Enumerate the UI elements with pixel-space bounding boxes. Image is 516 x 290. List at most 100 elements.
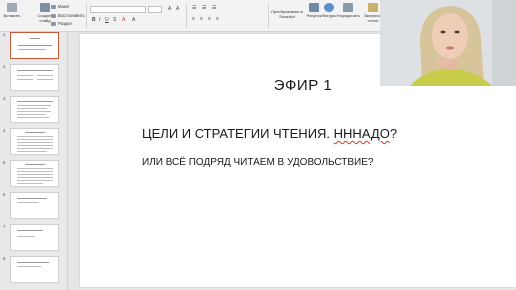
thumbnail-text-line xyxy=(37,79,53,80)
thumbnail-text-line xyxy=(17,79,33,80)
section-button[interactable]: Раздел xyxy=(51,21,72,26)
layout-icon xyxy=(51,4,56,9)
thumbnail-text-line xyxy=(17,180,53,181)
new-slide-icon xyxy=(40,3,50,12)
thumbnail-card[interactable] xyxy=(10,128,59,155)
grow-font-icon[interactable]: A xyxy=(168,6,171,12)
thumbnail-text-line xyxy=(18,45,52,46)
thumbnail-text-line xyxy=(17,105,51,106)
webcam-overlay xyxy=(380,0,516,86)
thumbnail-text-line xyxy=(17,117,49,118)
thumbnail-text-line xyxy=(25,132,45,133)
thumbnail-text-line xyxy=(17,111,51,112)
bullets-icon[interactable]: ☰ xyxy=(192,5,196,11)
thumbnail-text-line xyxy=(17,266,41,267)
thumbnail-number: 5 xyxy=(3,160,6,165)
thumbnail-number: 3 xyxy=(3,96,6,101)
slide-thumbnail[interactable]: 2 xyxy=(0,64,68,94)
thumbnail-text-line xyxy=(17,145,53,146)
slide-heading[interactable]: ЭФИР 1 xyxy=(258,77,348,94)
slide-subtitle[interactable]: ИЛИ ВСЁ ПОДРЯД ЧИТАЕМ В УДОВОЛЬСТВИЕ? xyxy=(142,157,462,168)
strikethrough-icon[interactable]: S xyxy=(113,17,116,23)
thumbnail-text-line xyxy=(30,38,40,39)
thumbnail-text-line xyxy=(17,174,53,175)
arrange-label: Упорядочить xyxy=(336,13,360,18)
slide-thumbnail[interactable]: 3 xyxy=(0,96,68,126)
bold-icon[interactable]: B xyxy=(92,17,96,23)
thumbnail-text-line xyxy=(17,136,53,137)
thumbnail-number: 6 xyxy=(3,192,6,197)
title-end: ? xyxy=(389,126,398,141)
ribbon-divider xyxy=(268,4,269,28)
ribbon-divider xyxy=(186,4,187,28)
thumbnail-card[interactable] xyxy=(10,160,59,187)
thumbnail-number: 1 xyxy=(3,32,6,37)
layout-button[interactable]: Макет xyxy=(51,4,70,9)
indent-icon[interactable]: ☰ xyxy=(212,5,216,11)
slide-thumbnail[interactable]: 8 xyxy=(0,256,68,286)
thumbnail-card[interactable] xyxy=(10,192,59,219)
thumbnail-number: 2 xyxy=(3,64,6,69)
slide-thumbnail[interactable]: 7 xyxy=(0,224,68,254)
reset-button[interactable]: Восстановить xyxy=(51,13,85,18)
thumbnail-text-line xyxy=(17,108,47,109)
thumbnail-text-line xyxy=(17,142,53,143)
reset-icon xyxy=(51,13,56,18)
thumbnail-card[interactable] xyxy=(10,96,59,123)
shrink-font-icon[interactable]: A xyxy=(176,6,179,12)
pictures-label: Рисунок xyxy=(306,13,322,18)
presenter-video xyxy=(380,0,516,86)
slide-thumbnail[interactable]: 5 xyxy=(0,160,68,190)
thumbnail-text-line xyxy=(17,151,47,152)
align-center-icon[interactable]: ≡ xyxy=(200,16,203,22)
slide-thumbnail-pane[interactable]: 1 2 3 4 5 6 7 8 xyxy=(0,32,68,290)
thumbnail-text-line xyxy=(17,177,53,178)
clipboard-icon xyxy=(7,3,17,12)
thumbnail-card[interactable] xyxy=(10,256,59,283)
convert-smartart-button[interactable]: Преобразовать в SmartArt xyxy=(270,9,304,19)
arrange-button[interactable]: Упорядочить xyxy=(336,3,360,19)
shapes-label: Фигуры xyxy=(322,13,336,18)
thumbnail-text-line xyxy=(17,114,45,115)
thumbnail-text-line xyxy=(17,148,53,149)
slide-thumbnail[interactable]: 4 xyxy=(0,128,68,158)
thumbnail-number: 4 xyxy=(3,128,6,133)
quick-styles-icon xyxy=(368,3,378,12)
powerpoint-window: Вставить Создать слайд Макет Восстановит… xyxy=(0,0,516,290)
thumbnail-text-line xyxy=(17,230,43,231)
align-left-icon[interactable]: ≡ xyxy=(192,16,195,22)
slide-title[interactable]: ЦЕЛИ И СТРАТЕГИИ ЧТЕНИЯ. НННАДО? xyxy=(142,126,462,141)
thumbnail-number: 8 xyxy=(3,256,6,261)
font-size-select[interactable] xyxy=(148,6,162,13)
section-label: Раздел xyxy=(58,21,72,26)
convert-smartart-label: Преобразовать в SmartArt xyxy=(271,9,303,19)
justify-icon[interactable]: ≡ xyxy=(216,16,219,22)
title-text: ЦЕЛИ И СТРАТЕГИИ ЧТЕНИЯ. xyxy=(142,126,334,141)
thumbnail-card[interactable] xyxy=(10,224,59,251)
pictures-button[interactable]: Рисунок xyxy=(306,3,322,19)
thumbnail-number: 7 xyxy=(3,224,6,229)
thumbnail-card[interactable] xyxy=(10,64,59,91)
misspelled-word[interactable]: НННАДО xyxy=(334,126,390,141)
thumbnail-text-line xyxy=(17,70,53,71)
font-color-icon[interactable]: A xyxy=(122,17,125,23)
section-icon xyxy=(51,21,56,26)
slide-thumbnail[interactable]: 1 xyxy=(0,32,68,62)
picture-icon xyxy=(309,3,319,12)
thumbnail-text-line xyxy=(17,183,43,184)
paste-label: Вставить xyxy=(3,13,21,18)
underline-icon[interactable]: U xyxy=(105,17,109,23)
thumbnail-text-line xyxy=(25,164,45,165)
italic-icon[interactable]: I xyxy=(99,17,100,23)
paste-button[interactable]: Вставить xyxy=(2,3,22,19)
font-name-select[interactable] xyxy=(90,6,146,13)
slide-thumbnail[interactable]: 6 xyxy=(0,192,68,222)
thumbnail-card-selected[interactable] xyxy=(10,32,59,59)
highlight-icon[interactable]: A xyxy=(132,17,135,23)
ribbon-divider xyxy=(86,4,87,28)
numbering-icon[interactable]: ☰ xyxy=(202,5,206,11)
thumbnail-text-line xyxy=(17,171,53,172)
shapes-icon xyxy=(324,3,334,12)
shapes-button[interactable]: Фигуры xyxy=(322,3,336,19)
align-right-icon[interactable]: ≡ xyxy=(208,16,211,22)
